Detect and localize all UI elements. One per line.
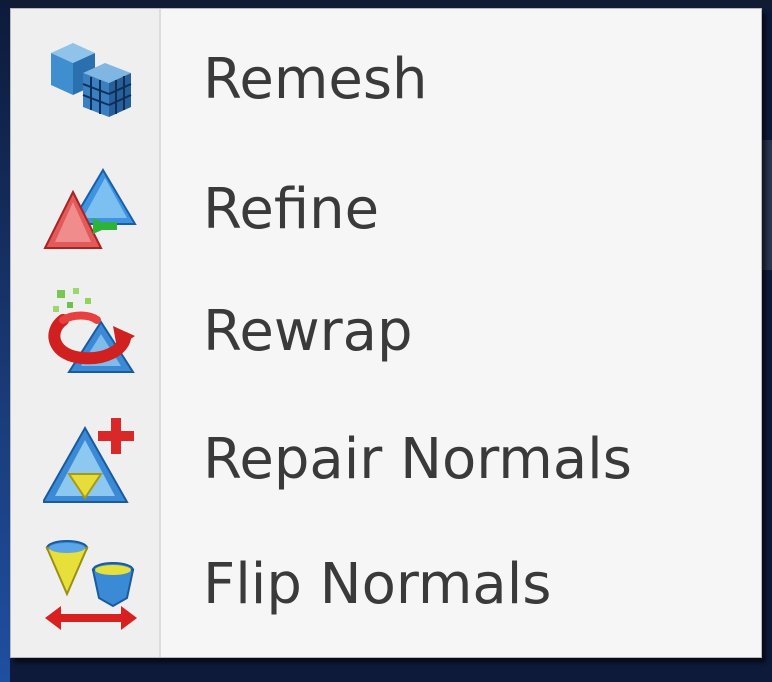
menu-item-refine[interactable]: Refine <box>11 149 761 269</box>
menu-item-label: Flip Normals <box>203 551 552 617</box>
refine-icon <box>41 159 141 259</box>
menu-item-label: Repair Normals <box>203 426 632 492</box>
menu-item-rewrap[interactable]: Rewrap <box>11 271 761 391</box>
context-menu: Remesh Refine Rewrap Repair Normals Flip… <box>10 8 762 658</box>
menu-item-flip-normals[interactable]: Flip Normals <box>11 524 761 644</box>
flip-normals-icon <box>41 534 141 634</box>
menu-item-repair-normals[interactable]: Repair Normals <box>11 399 761 519</box>
app-background-right <box>762 140 772 270</box>
menu-item-label: Refine <box>203 176 380 242</box>
remesh-icon <box>41 29 141 129</box>
repair-normals-icon <box>41 409 141 509</box>
menu-item-label: Rewrap <box>203 298 413 364</box>
app-background-left <box>0 0 10 682</box>
menu-item-remesh[interactable]: Remesh <box>11 19 761 139</box>
menu-item-label: Remesh <box>203 46 428 112</box>
rewrap-icon <box>41 281 141 381</box>
